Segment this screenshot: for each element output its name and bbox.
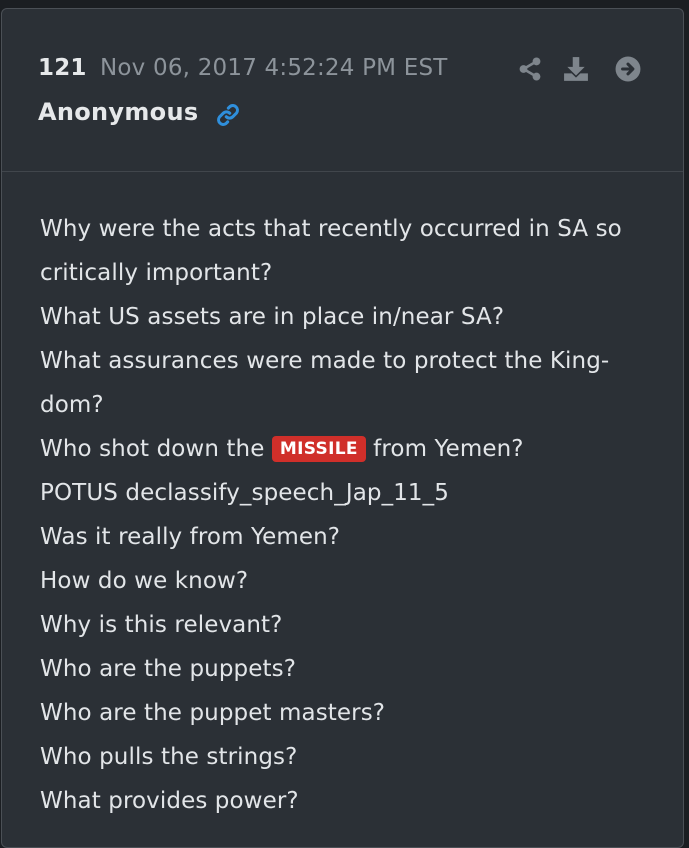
link-icon[interactable] xyxy=(214,101,242,129)
missile-badge: MISSILE xyxy=(271,436,366,462)
body-line: What provides power? xyxy=(40,788,299,814)
post-body: Why were the acts that recently occurred… xyxy=(40,207,655,823)
download-icon[interactable] xyxy=(563,56,589,82)
post-date: Nov 06, 2017 4:52:24 PM EST xyxy=(100,55,448,81)
body-line-missile: Who shot down the MISSILE from Yemen? xyxy=(40,427,655,471)
body-line: Was it really from Yemen? xyxy=(40,524,341,550)
body-line: How do we know? xyxy=(40,568,249,594)
body-line: Who are the puppets? xyxy=(40,656,296,682)
post-number[interactable]: 121 xyxy=(38,55,87,81)
body-line: POTUS declassify_speech_Jap_11_5 xyxy=(40,480,449,506)
arrow-circle-right-icon[interactable] xyxy=(615,56,641,82)
body-text: Who shot down the xyxy=(40,436,265,462)
body-line: What US assets are in place in/near SA? xyxy=(40,304,505,330)
body-line: Who are the puppet masters? xyxy=(40,700,386,726)
body-line: Why is this relevant? xyxy=(40,612,283,638)
post-author: Anonymous xyxy=(38,98,199,126)
body-line: Why were the acts that recently occurred… xyxy=(40,216,622,242)
share-icon[interactable] xyxy=(517,56,543,82)
body-line: dom? xyxy=(40,392,104,418)
body-line: What assurances were made to protect the… xyxy=(40,348,610,374)
body-line: critically important? xyxy=(40,260,273,286)
body-text: from Yemen? xyxy=(373,436,524,462)
post-header: 121 Nov 06, 2017 4:52:24 PM EST Anonymou… xyxy=(2,9,683,172)
body-line: Who pulls the strings? xyxy=(40,744,298,770)
